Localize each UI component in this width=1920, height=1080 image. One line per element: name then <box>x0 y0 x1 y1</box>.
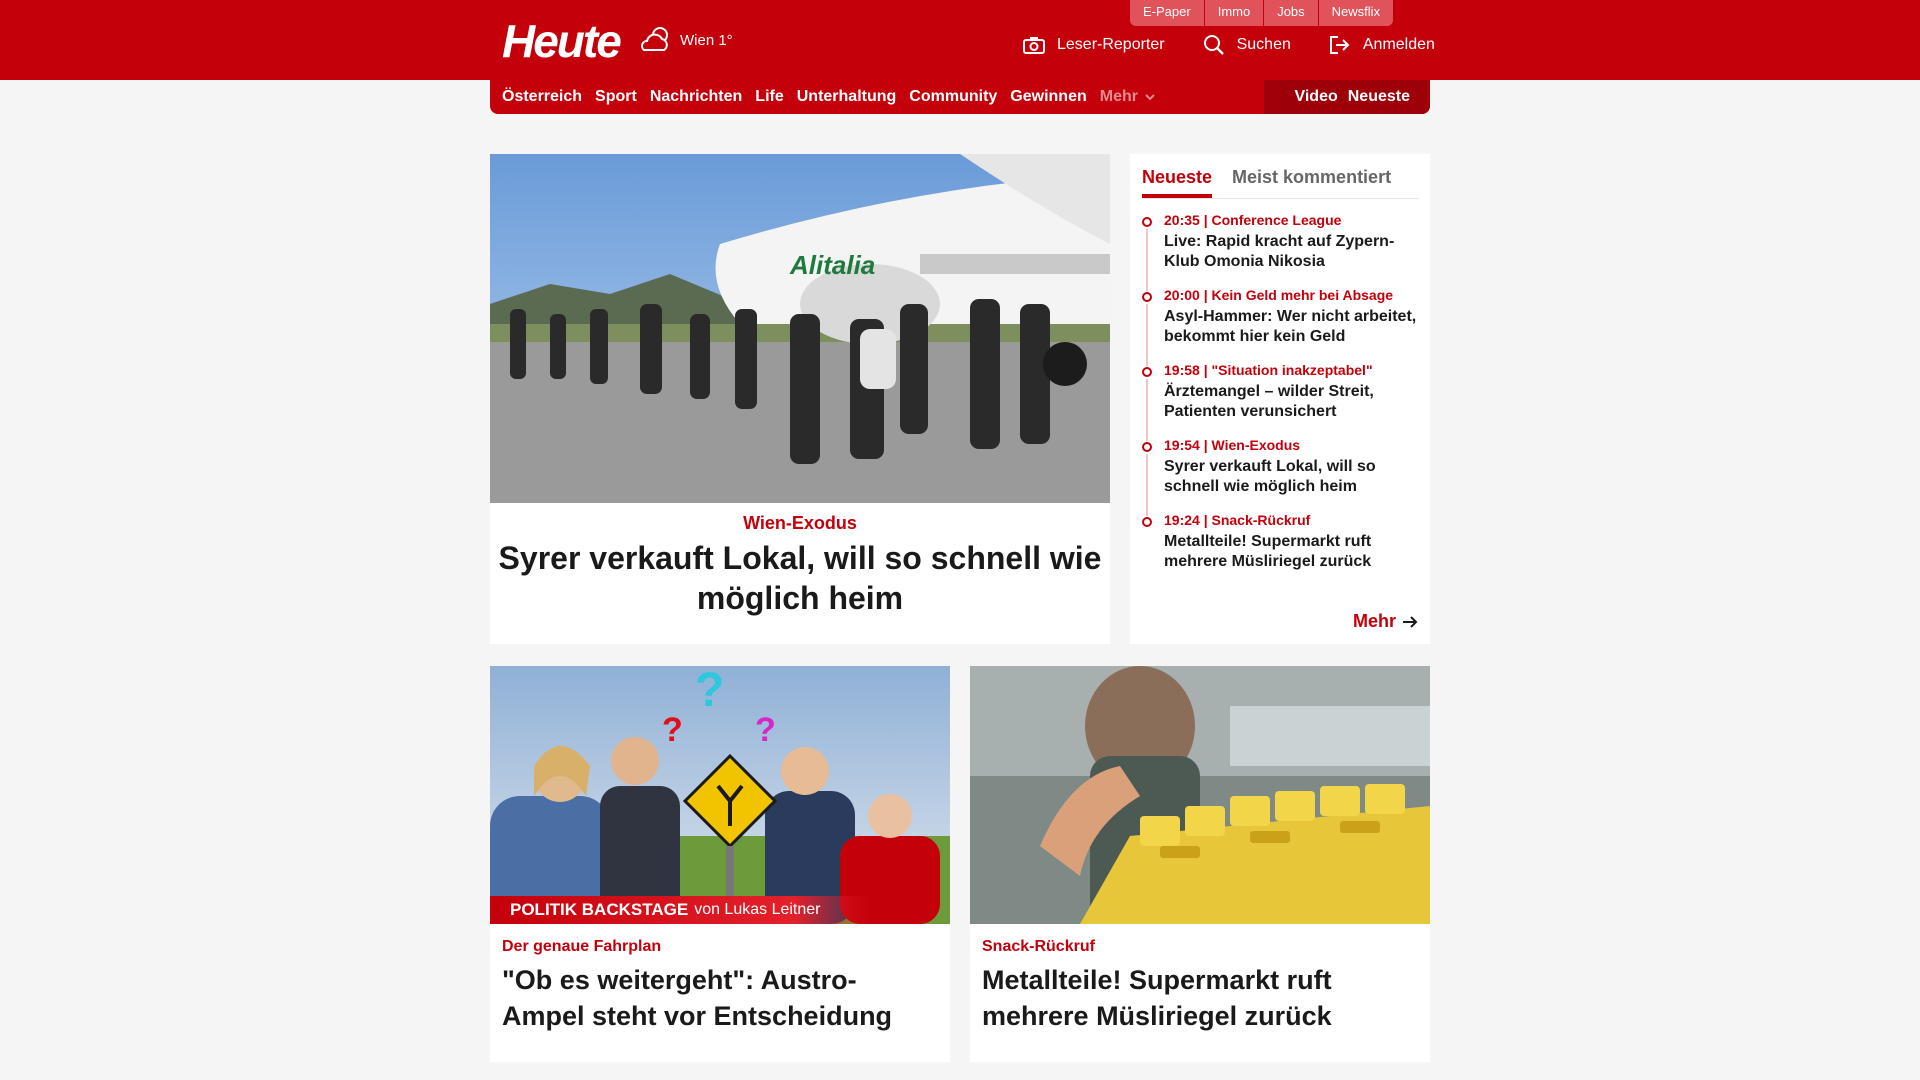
news-title[interactable]: Ärztemangel – wilder Streit, Patienten v… <box>1164 382 1418 422</box>
search-label: Suchen <box>1236 36 1291 53</box>
timeline-dot-icon <box>1142 517 1152 527</box>
card-kicker[interactable]: Snack-Rückruf <box>982 938 1418 956</box>
list-item[interactable]: 20:00 | Kein Geld mehr bei Absage Asyl-H… <box>1142 286 1418 366</box>
svg-text:?: ? <box>755 711 776 749</box>
article-card-politik[interactable]: ? ? ? POLITIK BACKSTAGE von Lukas Leitne… <box>490 666 950 1062</box>
search-button[interactable]: Suchen <box>1203 34 1291 56</box>
nav-oesterreich[interactable]: Österreich <box>502 88 582 106</box>
sidebar-more-link[interactable]: Mehr <box>1353 611 1418 632</box>
news-title[interactable]: Live: Rapid kracht auf Zypern-Klub Omoni… <box>1164 232 1418 272</box>
svg-text:Alitalia: Alitalia <box>789 250 875 280</box>
timeline-line <box>1146 379 1148 441</box>
banner-author: von Lukas Leitner <box>694 901 821 918</box>
list-item[interactable]: 20:35 | Conference League Live: Rapid kr… <box>1142 211 1418 291</box>
nav-right-group: Video Neueste <box>1264 80 1430 114</box>
nav-neueste[interactable]: Neueste <box>1348 88 1410 106</box>
nav-gewinnen[interactable]: Gewinnen <box>1010 88 1086 106</box>
site-logo[interactable]: Heute <box>502 14 622 68</box>
banner-title: POLITIK BACKSTAGE <box>510 900 689 919</box>
subnav-newsflix[interactable]: Newsflix <box>1318 0 1394 26</box>
header-actions: Leser-Reporter Suchen Anmelden <box>1023 34 1435 56</box>
timeline-dot-icon <box>1142 367 1152 377</box>
card-title[interactable]: Metallteile! Supermarkt ruft mehrere Müs… <box>982 962 1418 1034</box>
news-sidebar: Neueste Meist kommentiert 20:35 | Confer… <box>1130 154 1430 644</box>
news-title[interactable]: Metallteile! Supermarkt ruft mehrere Müs… <box>1164 532 1418 572</box>
more-label: Mehr <box>1352 611 1396 631</box>
tab-meist-kommentiert[interactable]: Meist kommentiert <box>1232 167 1391 198</box>
svg-text:?: ? <box>662 711 683 749</box>
article-image-snack[interactable] <box>970 666 1430 924</box>
nav-nachrichten[interactable]: Nachrichten <box>650 88 742 106</box>
news-meta: 19:58 | "Situation inakzeptabel" <box>1164 362 1373 378</box>
card-title[interactable]: "Ob es weitergeht": Austro-Ampel steht v… <box>502 962 938 1034</box>
arrow-right-icon <box>1403 615 1418 628</box>
sidebar-tabs: Neueste Meist kommentiert <box>1142 154 1418 199</box>
leser-reporter-button[interactable]: Leser-Reporter <box>1023 36 1165 54</box>
news-meta: 19:24 | Snack-Rückruf <box>1164 512 1311 528</box>
timeline-line <box>1146 229 1148 291</box>
news-list: 20:35 | Conference League Live: Rapid kr… <box>1142 211 1418 572</box>
article-card-snack[interactable]: Snack-Rückruf Metallteile! Supermarkt ru… <box>970 666 1430 1062</box>
news-title[interactable]: Asyl-Hammer: Wer nicht arbeitet, bekommt… <box>1164 307 1418 347</box>
svg-text:?: ? <box>695 666 724 717</box>
news-meta: 20:00 | Kein Geld mehr bei Absage <box>1164 287 1394 303</box>
tab-neueste[interactable]: Neueste <box>1142 167 1213 198</box>
nav-unterhaltung[interactable]: Unterhaltung <box>797 88 897 106</box>
weather-label: Wien 1° <box>680 31 733 49</box>
timeline-line <box>1146 454 1148 516</box>
timeline-dot-icon <box>1142 292 1152 302</box>
cloud-icon <box>641 27 668 51</box>
hero-image[interactable]: Alitalia <box>490 154 1110 503</box>
nav-more-label: Mehr <box>1099 88 1138 105</box>
subnav-epaper[interactable]: E-Paper <box>1130 0 1205 26</box>
list-item[interactable]: 19:58 | "Situation inakzeptabel" Ärztema… <box>1142 361 1418 441</box>
hero-article[interactable]: Alitalia Wien-Exodus Syrer verkauft Loka… <box>490 154 1110 644</box>
news-meta: 20:35 | Conference League <box>1164 212 1342 228</box>
timeline-dot-icon <box>1142 217 1152 227</box>
top-subnav: E-Paper Immo Jobs Newsflix <box>1130 0 1394 26</box>
leser-reporter-label: Leser-Reporter <box>1057 36 1165 53</box>
news-meta: 19:54 | Wien-Exodus <box>1164 437 1301 453</box>
search-icon <box>1203 35 1224 55</box>
nav-video[interactable]: Video <box>1294 88 1337 106</box>
article-image-politik[interactable]: ? ? ? POLITIK BACKSTAGE von Lukas Leitne… <box>490 666 950 924</box>
politik-backstage-banner: POLITIK BACKSTAGE von Lukas Leitner <box>490 896 870 924</box>
site-header: E-Paper Immo Jobs Newsflix Heute Wien 1°… <box>0 0 1920 80</box>
list-item[interactable]: 19:24 | Snack-Rückruf Metallteile! Super… <box>1142 511 1418 572</box>
news-title[interactable]: Syrer verkauft Lokal, will so schnell wi… <box>1164 457 1418 497</box>
card-kicker[interactable]: Der genaue Fahrplan <box>502 938 938 956</box>
hero-kicker[interactable]: Wien-Exodus <box>490 513 1110 534</box>
nav-life[interactable]: Life <box>755 88 783 106</box>
timeline-line <box>1146 304 1148 366</box>
subnav-jobs[interactable]: Jobs <box>1264 0 1319 26</box>
list-item[interactable]: 19:54 | Wien-Exodus Syrer verkauft Lokal… <box>1142 436 1418 516</box>
nav-sport[interactable]: Sport <box>595 88 637 106</box>
login-icon <box>1329 36 1350 54</box>
hero-title[interactable]: Syrer verkauft Lokal, will so schnell wi… <box>490 538 1110 618</box>
weather-widget[interactable]: Wien 1° <box>638 26 733 54</box>
nav-community[interactable]: Community <box>909 88 997 106</box>
timeline-dot-icon <box>1142 442 1152 452</box>
main-navigation: Österreich Sport Nachrichten Life Unterh… <box>490 80 1430 114</box>
subnav-immo[interactable]: Immo <box>1204 0 1265 26</box>
chevron-down-icon <box>1145 94 1156 101</box>
camera-icon <box>1023 37 1045 54</box>
login-label: Anmelden <box>1362 36 1435 53</box>
nav-more-dropdown[interactable]: Mehr <box>1100 88 1156 106</box>
login-button[interactable]: Anmelden <box>1329 35 1435 55</box>
